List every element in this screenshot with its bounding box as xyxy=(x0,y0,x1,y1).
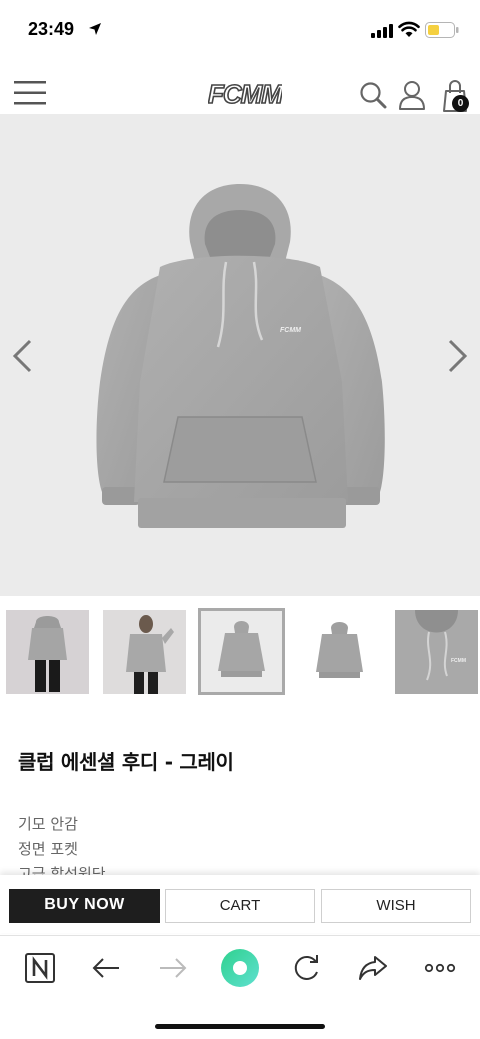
hoodie-logo-print: FCMM xyxy=(280,327,301,334)
browser-toolbar xyxy=(0,935,480,1039)
product-image-carousel[interactable]: FCMM xyxy=(0,114,480,596)
thumbnail-model-front[interactable] xyxy=(103,610,186,694)
status-time: 23:49 xyxy=(28,19,75,39)
svg-text:FCMM: FCMM xyxy=(451,658,466,664)
thumbnail-strip: FCMM xyxy=(6,608,480,696)
carousel-next-icon[interactable] xyxy=(446,338,470,374)
cart-count-badge: 0 xyxy=(452,95,469,112)
buy-now-button[interactable]: BUY NOW xyxy=(9,889,160,923)
location-arrow-icon xyxy=(89,23,101,35)
user-account-icon[interactable] xyxy=(398,80,426,110)
refresh-icon[interactable] xyxy=(288,950,324,986)
status-bar: 23:49 xyxy=(0,0,480,62)
thumbnail-model-back[interactable] xyxy=(6,610,89,694)
battery-icon xyxy=(425,22,459,38)
thumbnail-flat-front[interactable] xyxy=(198,608,285,695)
product-title: 클럽 에센셜 후디 - 그레이 xyxy=(18,750,234,774)
wishlist-button[interactable]: WISH xyxy=(321,889,471,923)
search-icon[interactable] xyxy=(359,81,387,109)
green-dot-icon[interactable] xyxy=(220,948,260,988)
forward-arrow-icon[interactable] xyxy=(155,950,191,986)
thumbnail-detail-closeup[interactable]: FCMM xyxy=(395,610,478,694)
wifi-icon xyxy=(398,21,420,37)
brand-logo[interactable]: FCMM xyxy=(208,79,282,109)
home-indicator xyxy=(155,1024,325,1029)
thumbnail-flat-back[interactable] xyxy=(298,610,381,694)
share-icon[interactable] xyxy=(355,950,391,986)
naver-home-icon[interactable] xyxy=(22,950,58,986)
description-line: 기모 안감 xyxy=(18,815,78,833)
site-header: FCMM 0 xyxy=(0,62,480,114)
svg-text:FCMM: FCMM xyxy=(208,79,282,109)
hamburger-menu-icon[interactable] xyxy=(14,80,46,106)
purchase-action-bar: BUY NOW CART WISH xyxy=(0,875,480,933)
cellular-signal-icon xyxy=(371,24,393,38)
description-line: 정면 포켓 xyxy=(18,840,78,858)
add-to-cart-button[interactable]: CART xyxy=(165,889,315,923)
carousel-prev-icon[interactable] xyxy=(10,338,34,374)
more-options-icon[interactable] xyxy=(422,950,458,986)
back-arrow-icon[interactable] xyxy=(88,950,124,986)
product-hoodie-image: FCMM xyxy=(96,184,385,528)
